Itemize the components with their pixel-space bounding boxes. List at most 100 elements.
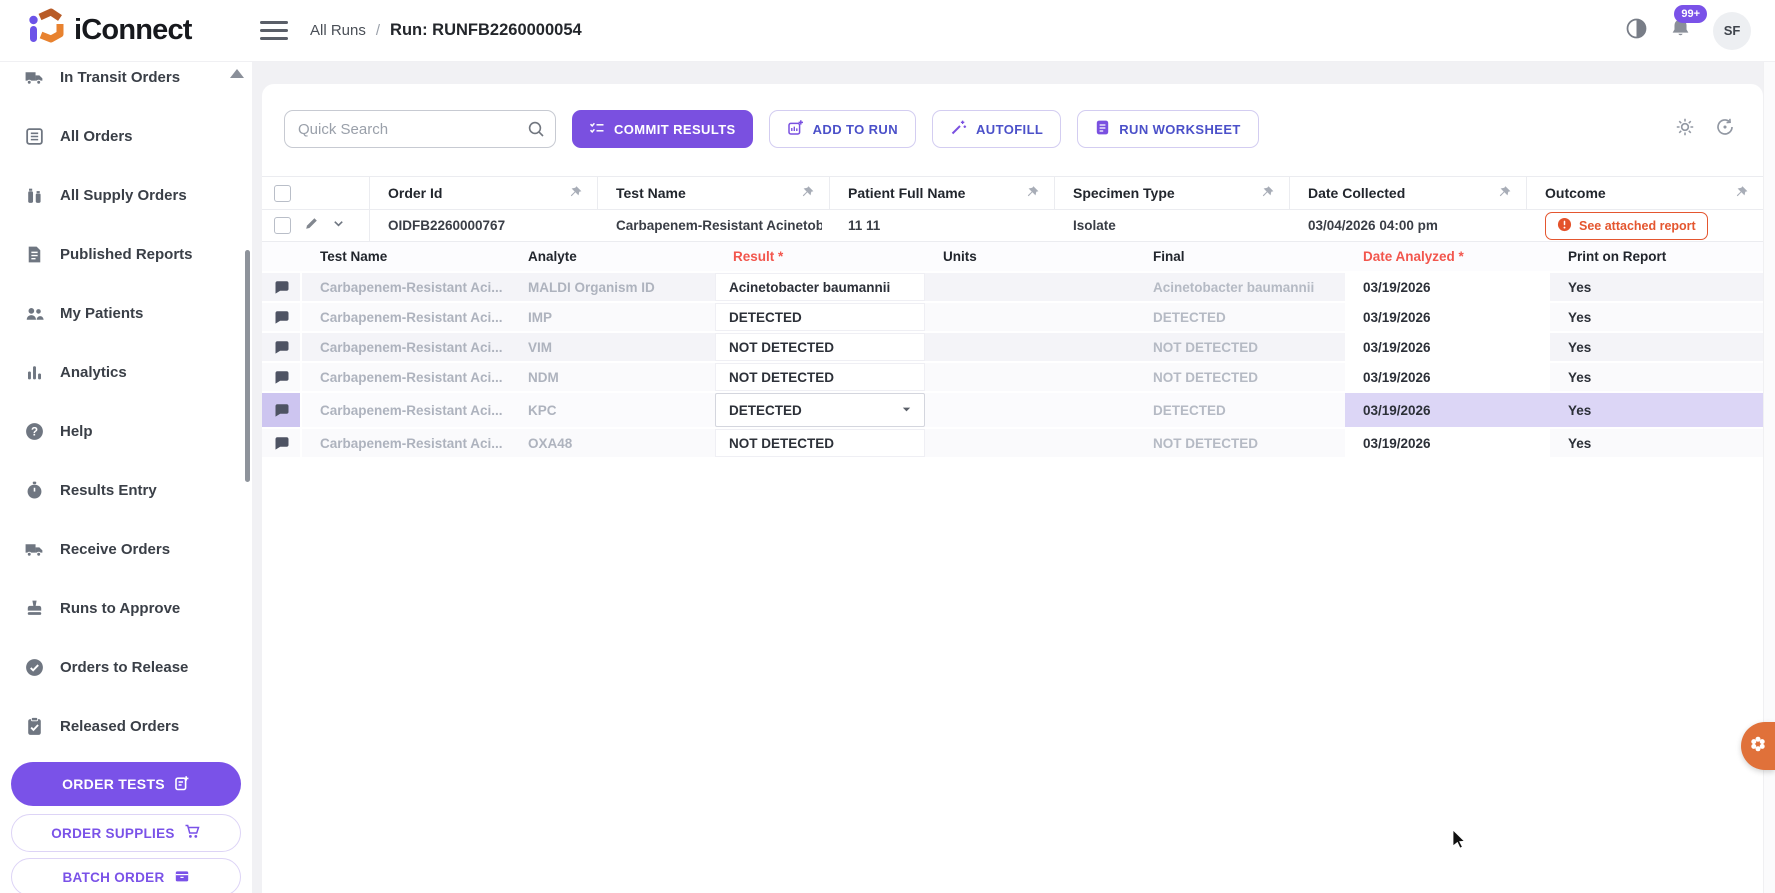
commit-results-label: COMMIT RESULTS [614,121,736,137]
breadcrumb-all-runs[interactable]: All Runs [310,22,366,39]
see-attached-report-badge[interactable]: See attached report [1545,211,1708,240]
run-worksheet-label: RUN WORKSHEET [1119,121,1241,137]
column-header-analyte[interactable]: Analyte [510,242,715,271]
column-header-result-test-name[interactable]: Test Name [302,242,510,271]
row-checkbox[interactable] [274,217,291,234]
breadcrumb-separator: / [375,22,381,39]
sidebar-item-all-orders[interactable]: All Orders [0,123,252,149]
date-analyzed-cell[interactable]: 03/19/2026 [1345,429,1550,457]
sidebar-item-orders-to-release[interactable]: Orders to Release [0,654,252,680]
comment-icon[interactable] [262,363,302,391]
pin-icon[interactable] [1498,185,1512,202]
breadcrumb-current-run: Run: RUNFB2260000054 [390,21,582,39]
comment-icon[interactable] [262,303,302,331]
notifications-bell-icon[interactable]: 99+ [1670,5,1707,44]
sidebar-scroll-up-icon[interactable] [230,69,244,78]
commit-results-button[interactable]: COMMIT RESULTS [572,110,753,148]
sidebar-item-label: Published Reports [60,245,193,263]
date-collected-cell: 03/04/2026 04:00 pm [1308,218,1438,233]
refresh-icon[interactable] [1715,117,1735,142]
result-final: NOT DETECTED [1153,369,1259,385]
result-value-cell[interactable]: NOT DETECTED [715,429,925,457]
pin-icon[interactable] [1026,185,1040,202]
sidebar-item-label: Orders to Release [60,658,189,676]
sidebar-item-all-supply-orders[interactable]: All Supply Orders [0,182,252,208]
result-value-cell[interactable]: DETECTED [715,303,925,331]
result-row: Carbapenem-Resistant Aci... NDM NOT DETE… [262,363,1763,393]
column-header-specimen-type[interactable]: Specimen Type [1055,177,1290,209]
pin-icon[interactable] [1735,185,1749,202]
select-all-checkbox[interactable] [274,184,291,202]
sidebar-item-runs-to-approve[interactable]: Runs to Approve [0,595,252,621]
user-avatar[interactable]: SF [1713,11,1751,50]
date-analyzed-cell[interactable]: 03/19/2026 [1345,273,1550,301]
column-header-final[interactable]: Final [1135,242,1345,271]
result-value-cell[interactable]: NOT DETECTED [715,363,925,391]
contrast-toggle-icon[interactable] [1625,17,1648,45]
batch-order-button[interactable]: BATCH ORDER [11,858,241,893]
pin-icon[interactable] [1261,185,1275,202]
sidebar-item-label: All Orders [60,127,133,145]
pin-icon[interactable] [569,185,583,202]
expand-chevron-icon[interactable] [332,217,345,235]
sidebar-item-receive-orders[interactable]: Receive Orders [0,536,252,562]
app-logo[interactable]: iConnect [0,8,252,53]
date-analyzed-cell[interactable]: 03/19/2026 [1345,363,1550,391]
run-worksheet-button[interactable]: RUN WORKSHEET [1077,110,1259,148]
add-to-run-icon [787,119,804,139]
sidebar-item-my-patients[interactable]: My Patients [0,300,252,326]
comment-icon[interactable] [262,333,302,361]
edit-pencil-icon[interactable] [304,216,319,236]
comment-icon[interactable] [262,429,302,457]
sidebar-item-label: Runs to Approve [60,599,181,617]
result-analyte: NDM [528,369,559,385]
result-value-cell[interactable]: Acinetobacter baumannii [715,273,925,301]
orders-table: Order Id Test Name Patient Full Name Spe… [262,176,1763,459]
add-to-run-button[interactable]: ADD TO RUN [768,110,917,148]
result-dropdown[interactable]: DETECTED [715,393,925,427]
date-analyzed-cell[interactable]: 03/19/2026 [1345,333,1550,361]
batch-box-icon [174,868,190,887]
autofill-button[interactable]: AUTOFILL [932,110,1062,148]
comment-icon[interactable] [262,273,302,301]
print-on-report-cell: Yes [1568,369,1592,385]
result-value-cell[interactable]: NOT DETECTED [715,333,925,361]
sidebar-item-help[interactable]: ? Help [0,418,252,444]
patient-name-cell: 11 11 [848,218,881,233]
column-header-test-name[interactable]: Test Name [598,177,830,209]
order-tests-button[interactable]: ORDER TESTS [11,762,241,806]
sidebar-item-label: In Transit Orders [60,68,181,86]
column-header-print-on-report[interactable]: Print on Report [1550,242,1763,271]
result-row: Carbapenem-Resistant Aci... OXA48 NOT DE… [262,429,1763,459]
result-test-name: Carbapenem-Resistant Aci... [320,279,503,295]
order-row[interactable]: OIDFB2260000767 Carbapenem-Resistant Aci… [262,210,1763,242]
sidebar-item-results-entry[interactable]: Results Entry [0,477,252,503]
order-row-actions [262,210,370,241]
supply-bottles-icon [23,184,45,206]
menu-toggle-icon[interactable] [260,20,288,41]
column-header-result[interactable]: Result * [715,242,925,271]
column-header-patient[interactable]: Patient Full Name [830,177,1055,209]
result-units [925,273,1135,301]
column-header-outcome[interactable]: Outcome [1527,177,1763,209]
comment-icon[interactable] [262,393,302,427]
date-analyzed-cell[interactable]: 03/19/2026 [1345,303,1550,331]
date-analyzed-cell[interactable]: 03/19/2026 [1345,393,1550,427]
results-subtable-header: Test Name Analyte Result * Units Final D… [262,242,1763,273]
toolbar: COMMIT RESULTS ADD TO RUN AUTOFILL RUN W… [262,84,1763,148]
search-input[interactable] [284,110,556,148]
sidebar-item-in-transit-orders[interactable]: In Transit Orders [0,64,252,90]
sidebar-scrollbar[interactable] [245,250,250,482]
settings-gear-icon[interactable] [1675,117,1695,142]
column-header-date-analyzed[interactable]: Date Analyzed * [1345,242,1550,271]
column-header-order-id[interactable]: Order Id [370,177,598,209]
sidebar-item-released-orders[interactable]: Released Orders [0,713,252,739]
column-header-date-collected[interactable]: Date Collected [1290,177,1527,209]
sidebar-item-analytics[interactable]: Analytics [0,359,252,385]
pin-icon[interactable] [801,185,815,202]
column-header-units[interactable]: Units [925,242,1135,271]
notification-count-badge[interactable]: 99+ [1674,5,1707,23]
sidebar-item-published-reports[interactable]: Published Reports [0,241,252,267]
result-row-selected: Carbapenem-Resistant Aci... KPC DETECTED… [262,393,1763,429]
order-supplies-button[interactable]: ORDER SUPPLIES [11,814,241,852]
